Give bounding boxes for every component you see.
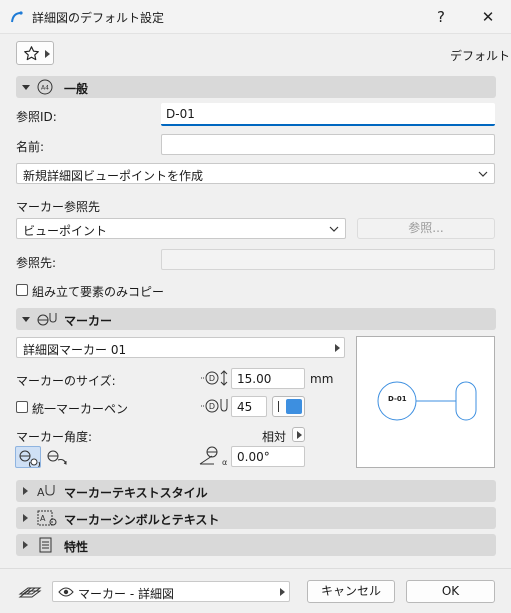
marker-size-input[interactable]: 15.00 — [231, 368, 305, 389]
close-button[interactable]: ✕ — [473, 4, 503, 30]
app-icon — [11, 11, 23, 23]
section-marker-label: マーカー — [64, 314, 113, 328]
svg-text:A: A — [40, 514, 46, 523]
cancel-button[interactable]: キャンセル — [307, 580, 395, 603]
marker-type-value: 詳細図マーカー 01 — [23, 343, 127, 357]
expand-icon — [23, 514, 28, 522]
window-title: 詳細図のデフォルト設定 — [32, 11, 165, 25]
ref-id-input[interactable]: D-01 — [161, 103, 495, 126]
marker-type-select[interactable]: 詳細図マーカー 01 — [16, 337, 345, 358]
pen-color-swatch — [286, 399, 302, 414]
ref-dest-field — [161, 249, 495, 270]
pen-number-value: 45 — [237, 400, 253, 414]
eye-icon — [58, 587, 74, 597]
collapse-icon — [22, 85, 30, 90]
marker-size-icon: D — [201, 370, 228, 386]
angle-value: 0.00° — [237, 450, 270, 464]
chevron-down-icon — [329, 226, 339, 232]
svg-text:α: α — [222, 458, 227, 467]
angle-icon: α — [199, 446, 227, 467]
uniform-pen-label: 統一マーカーペン — [32, 402, 129, 416]
title-bar: 詳細図のデフォルト設定 ? ✕ — [0, 0, 511, 34]
symbol-text-icon: A — [37, 510, 57, 526]
section-text-style-label: マーカーテキストスタイル — [64, 486, 208, 500]
default-label: デフォルト — [450, 49, 511, 63]
layer-select[interactable]: マーカー - 詳細図 — [52, 581, 290, 602]
collapse-icon — [22, 317, 30, 322]
chevron-down-icon — [478, 171, 488, 177]
general-settings-icon: A4 — [37, 79, 53, 95]
chevron-right-icon — [45, 50, 50, 58]
marker-angle-rotate-icon[interactable] — [46, 448, 68, 467]
angle-fixed-button[interactable] — [15, 446, 41, 468]
footer-divider — [0, 568, 511, 569]
svg-text:A: A — [37, 486, 45, 499]
expand-icon — [23, 487, 28, 495]
marker-icon — [37, 313, 57, 326]
svg-text:D: D — [209, 402, 215, 411]
text-style-icon: A — [37, 485, 55, 499]
layer-icon — [18, 587, 42, 598]
section-properties-label: 特性 — [64, 540, 89, 554]
star-icon — [24, 46, 39, 61]
marker-ref-select[interactable]: ビューポイント — [16, 218, 346, 239]
help-button[interactable]: ? — [426, 4, 456, 30]
viewpoint-option-value: 新規詳細図ビューポイントを作成 — [23, 169, 204, 183]
ok-button[interactable]: OK — [406, 580, 495, 603]
section-properties-header[interactable]: 特性 — [16, 534, 496, 556]
browse-button[interactable]: 参照... — [357, 218, 495, 239]
marker-size-unit: mm — [310, 372, 334, 386]
expand-icon — [23, 541, 28, 549]
marker-size-value: 15.00 — [237, 372, 272, 386]
layer-value: マーカー - 詳細図 — [78, 587, 174, 601]
ref-id-value: D-01 — [166, 107, 195, 121]
angle-mode-label: 相対 — [262, 430, 287, 444]
preview-marker-label: D-01 — [388, 395, 407, 403]
svg-text:A4: A4 — [41, 85, 49, 92]
properties-icon — [39, 537, 52, 553]
uniform-pen-checkbox[interactable] — [16, 401, 28, 413]
angle-input[interactable]: 0.00° — [231, 446, 305, 467]
name-input[interactable] — [161, 134, 495, 155]
marker-preview: D-01 — [356, 336, 495, 468]
ref-dest-label: 参照先: — [16, 256, 57, 270]
marker-ref-value: ビューポイント — [23, 224, 108, 238]
pen-number-input[interactable]: 45 — [231, 396, 267, 417]
section-symbol-text-label: マーカーシンボルとテキスト — [64, 513, 220, 527]
name-label: 名前: — [16, 140, 45, 154]
marker-preview-drawing — [377, 381, 477, 421]
pen-color-button[interactable] — [272, 396, 305, 417]
angle-mode-button[interactable] — [292, 427, 305, 442]
section-general-label: 一般 — [64, 82, 89, 96]
marker-ref-label: マーカー参照先 — [16, 200, 101, 214]
svg-text:D: D — [209, 374, 215, 383]
chevron-right-icon — [335, 344, 340, 352]
section-general-header[interactable]: A4 一般 — [16, 76, 496, 98]
ref-id-label: 参照ID: — [16, 110, 57, 124]
pen-icon: D — [201, 399, 228, 413]
favorites-button[interactable] — [16, 41, 54, 65]
chevron-right-icon — [280, 588, 285, 596]
marker-angle-label: マーカー角度: — [16, 430, 93, 444]
section-symbol-text-header[interactable]: A マーカーシンボルとテキスト — [16, 507, 496, 529]
pen-weight-line — [278, 401, 279, 412]
chevron-right-icon — [297, 431, 302, 439]
section-marker-header[interactable]: マーカー — [16, 308, 496, 330]
section-text-style-header[interactable]: A マーカーテキストスタイル — [16, 480, 496, 502]
marker-angle-fixed-icon — [19, 450, 40, 467]
copy-assembly-label: 組み立て要素のみコピー — [32, 285, 165, 299]
marker-size-label: マーカーのサイズ: — [16, 374, 116, 388]
copy-assembly-checkbox[interactable] — [16, 284, 28, 296]
viewpoint-option-select[interactable]: 新規詳細図ビューポイントを作成 — [16, 163, 495, 184]
